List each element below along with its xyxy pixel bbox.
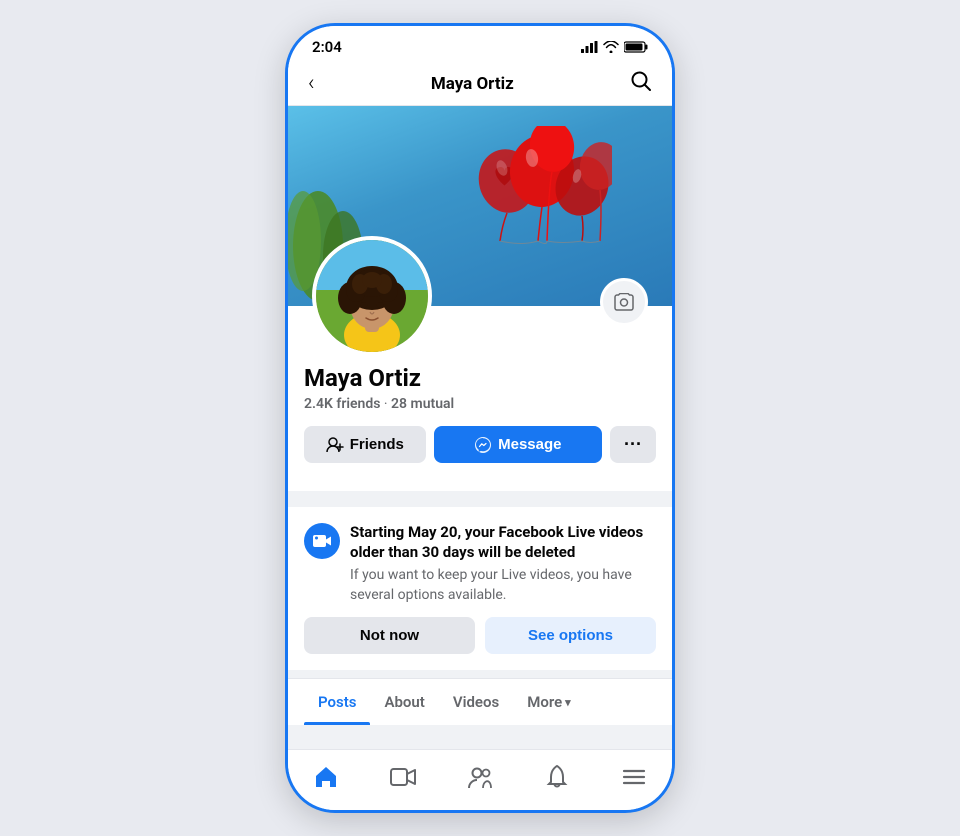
notification-card: Starting May 20, your Facebook Live vide… (288, 507, 672, 670)
back-button[interactable]: ‹ (308, 71, 315, 96)
profile-section: Maya Ortiz 2.4K friends · 28 mutual Frie… (288, 306, 672, 491)
wifi-icon (603, 41, 619, 53)
balloons-image (452, 126, 612, 286)
bottom-nav-home[interactable] (301, 760, 351, 794)
mutual-count: 28 (391, 396, 407, 412)
bottom-nav-notifications[interactable] (532, 760, 582, 794)
search-button[interactable] (630, 70, 652, 97)
battery-icon (624, 41, 648, 53)
menu-icon (621, 764, 647, 790)
divider-1 (288, 491, 672, 499)
friends-label: friends (336, 396, 380, 412)
search-icon (630, 70, 652, 92)
notification-title: Starting May 20, your Facebook Live vide… (350, 523, 656, 562)
bottom-nav-people[interactable] (455, 760, 505, 794)
bottom-nav (288, 749, 672, 810)
chevron-down-icon: ▾ (565, 696, 571, 709)
signal-icon (581, 41, 598, 53)
nav-bar: ‹ Maya Ortiz (288, 62, 672, 106)
mutual-label: mutual (411, 396, 455, 412)
status-icons (581, 41, 648, 53)
bottom-nav-video[interactable] (378, 760, 428, 794)
tab-videos-label: Videos (453, 693, 499, 711)
bell-icon (544, 764, 570, 790)
see-options-button[interactable]: See options (485, 617, 656, 654)
camera-icon (613, 293, 635, 311)
more-actions-button[interactable]: ··· (610, 426, 656, 463)
tab-posts-label: Posts (318, 693, 356, 711)
home-icon (313, 764, 339, 790)
tab-about-label: About (384, 693, 424, 711)
notification-text: Starting May 20, your Facebook Live vide… (350, 523, 656, 605)
action-buttons: Friends Message ··· (288, 426, 672, 479)
friends-icon (326, 437, 344, 453)
profile-tabs: Posts About Videos More ▾ (288, 678, 672, 725)
messenger-icon (474, 436, 492, 454)
status-time: 2:04 (312, 38, 342, 56)
video-icon (390, 764, 416, 790)
profile-name: Maya Ortiz (304, 364, 656, 392)
phone-frame: 2:04 ‹ Maya Ortiz (285, 23, 675, 813)
profile-page-title: Maya Ortiz (431, 74, 514, 94)
bottom-nav-menu[interactable] (609, 760, 659, 794)
status-bar: 2:04 (288, 26, 672, 62)
tab-about[interactable]: About (370, 679, 438, 725)
avatar-ring (312, 236, 432, 356)
notification-header: Starting May 20, your Facebook Live vide… (304, 523, 656, 605)
friends-count: 2.4K (304, 396, 333, 412)
message-button[interactable]: Message (434, 426, 602, 463)
tab-more[interactable]: More ▾ (513, 679, 584, 725)
profile-friends-count: 2.4K friends · 28 mutual (304, 396, 656, 412)
friends-button-label: Friends (350, 436, 404, 453)
avatar-image (316, 240, 428, 352)
message-button-label: Message (498, 436, 561, 453)
notification-body: If you want to keep your Live videos, yo… (350, 566, 656, 605)
tab-videos[interactable]: Videos (439, 679, 513, 725)
content-scroll[interactable]: Maya Ortiz 2.4K friends · 28 mutual Frie… (288, 106, 672, 749)
notification-buttons: Not now See options (304, 617, 656, 654)
tab-posts[interactable]: Posts (304, 679, 370, 725)
avatar-container (312, 236, 432, 356)
not-now-button[interactable]: Not now (304, 617, 475, 654)
friends-button[interactable]: Friends (304, 426, 426, 463)
live-video-icon (312, 533, 332, 549)
people-icon (467, 764, 493, 790)
more-dots-label: ··· (624, 434, 642, 455)
tab-more-label: More (527, 693, 562, 711)
notification-icon (304, 523, 340, 559)
add-story-button[interactable] (600, 278, 648, 326)
